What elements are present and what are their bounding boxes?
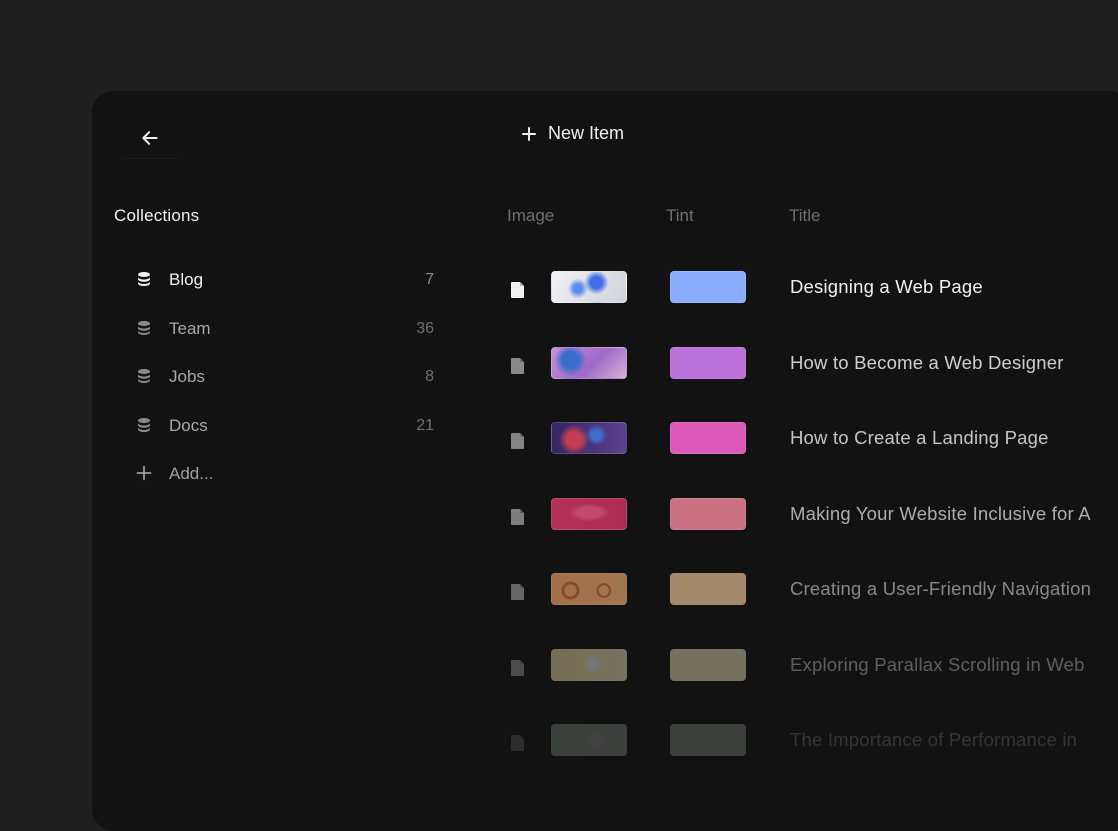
column-header-title[interactable]: Title [789, 206, 821, 226]
tint-swatch [670, 573, 746, 605]
document-icon [511, 433, 524, 449]
table-row[interactable]: How to Create a Landing Page [92, 422, 1118, 462]
thumbnail-image [551, 648, 627, 681]
document-icon [511, 735, 524, 751]
new-item-label: New Item [548, 123, 625, 143]
sidebar-item-label: Team [169, 318, 211, 338]
thumbnail-image [551, 271, 627, 303]
row-title: Exploring Parallax Scrolling in Web [790, 653, 1085, 675]
row-title: The Importance of Performance in [790, 729, 1078, 750]
column-header-image[interactable]: Image [507, 206, 554, 226]
thumbnail-image [551, 573, 627, 605]
table-row[interactable]: Making Your Website Inclusive for A [92, 497, 1118, 538]
tint-swatch [670, 648, 746, 681]
document-icon [511, 357, 524, 374]
tint-swatch [670, 724, 746, 756]
collections-window: New Item Collections Blog 7 Team 36 Jobs… [92, 91, 1118, 831]
document-icon [511, 282, 524, 298]
row-title: How to Create a Landing Page [790, 427, 1049, 448]
back-button[interactable] [118, 117, 182, 159]
thumbnail-image [551, 497, 627, 530]
tint-swatch [670, 346, 746, 379]
column-header-tint[interactable]: Tint [666, 206, 694, 226]
plus-icon [522, 126, 536, 141]
thumbnail-image [551, 346, 627, 379]
arrow-left-icon [142, 130, 158, 145]
row-title: How to Become a Web Designer [790, 351, 1064, 373]
thumbnail-image [551, 724, 627, 756]
document-icon [511, 508, 524, 525]
document-icon [511, 584, 524, 600]
database-icon [136, 320, 154, 338]
tint-swatch [670, 497, 746, 530]
sidebar-item-count: 36 [416, 319, 434, 337]
row-title: Designing a Web Page [790, 276, 983, 297]
row-title: Making Your Website Inclusive for A [790, 502, 1091, 524]
tint-swatch [670, 422, 746, 454]
new-item-button[interactable]: New Item [520, 123, 624, 144]
row-title: Creating a User-Friendly Navigation [790, 578, 1092, 599]
table-row[interactable]: How to Become a Web Designer [92, 346, 1118, 387]
add-collection-label: Add... [169, 464, 214, 484]
table-row[interactable]: Creating a User-Friendly Navigation [92, 573, 1118, 613]
table-row[interactable]: Designing a Web Page [92, 271, 1118, 311]
document-icon [511, 659, 524, 676]
tint-swatch [670, 271, 746, 303]
table-row[interactable]: The Importance of Performance in [92, 724, 1118, 764]
plus-icon [136, 465, 154, 483]
collections-title: Collections [114, 206, 200, 225]
thumbnail-image [551, 422, 627, 454]
table-row[interactable]: Exploring Parallax Scrolling in Web [92, 648, 1118, 689]
